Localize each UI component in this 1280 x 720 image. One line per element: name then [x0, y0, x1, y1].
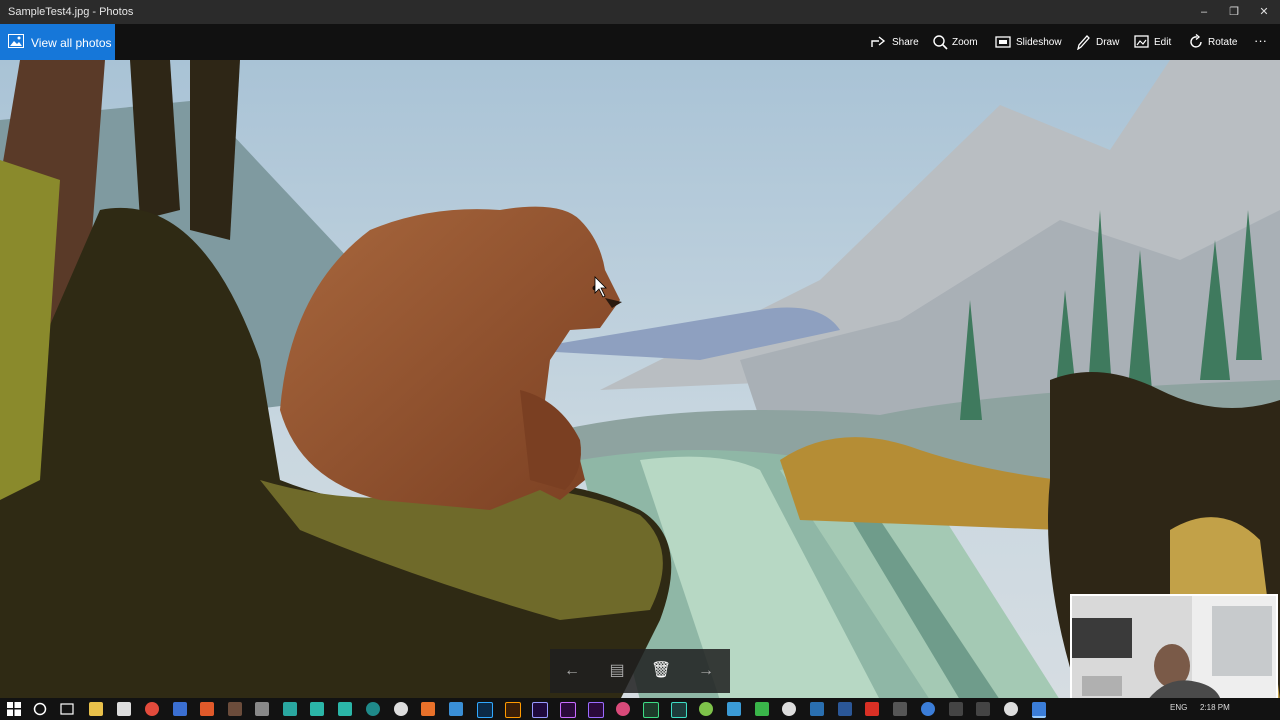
- premiere-icon[interactable]: [588, 702, 604, 718]
- zoom-icon: [933, 35, 948, 50]
- app-icon[interactable]: [200, 702, 214, 716]
- app-icon[interactable]: [173, 702, 187, 716]
- slideshow-button[interactable]: Slideshow: [995, 24, 1062, 60]
- app-icon[interactable]: [228, 702, 242, 716]
- more-icon: ···: [1254, 33, 1267, 48]
- app-icon[interactable]: [699, 702, 713, 716]
- share-button[interactable]: Share: [870, 24, 919, 60]
- app-icon[interactable]: [782, 702, 796, 716]
- chrome-icon[interactable]: [145, 702, 159, 716]
- share-icon: [871, 36, 886, 47]
- slideshow-label: Slideshow: [1016, 37, 1062, 48]
- app-icon[interactable]: [727, 702, 741, 716]
- app-icon[interactable]: [976, 702, 990, 716]
- zoom-label: Zoom: [952, 37, 978, 48]
- slideshow-icon: [995, 36, 1011, 48]
- webcam-overlay: [1070, 594, 1278, 710]
- close-button[interactable]: ✕: [1248, 0, 1280, 24]
- language-indicator[interactable]: ENG: [1170, 703, 1187, 712]
- share-label: Share: [892, 37, 919, 48]
- maximize-button[interactable]: ❐: [1218, 0, 1250, 24]
- app-icon[interactable]: [643, 702, 659, 718]
- draw-label: Draw: [1096, 37, 1120, 48]
- app-icon[interactable]: [755, 702, 769, 716]
- webcam-feed: [1072, 596, 1276, 708]
- aftereffects-icon[interactable]: [532, 702, 548, 718]
- info-icon[interactable]: ▤: [607, 661, 627, 681]
- windows-start-icon[interactable]: [7, 702, 21, 716]
- app-icon[interactable]: [671, 702, 687, 718]
- more-options-button[interactable]: ···: [1254, 24, 1274, 60]
- app-icon[interactable]: [310, 702, 324, 716]
- app-icon[interactable]: [893, 702, 907, 716]
- word-icon[interactable]: [838, 702, 852, 716]
- app-icon[interactable]: [616, 702, 630, 716]
- task-view-icon[interactable]: [60, 702, 74, 716]
- app-icon[interactable]: [1004, 702, 1018, 716]
- app-icon[interactable]: [949, 702, 963, 716]
- app-icon[interactable]: [338, 702, 352, 716]
- photos-toolbar: View all photos Share Zoom Slideshow Dra…: [0, 24, 1280, 60]
- edit-label: Edit: [1154, 37, 1172, 48]
- minimize-button[interactable]: –: [1188, 0, 1220, 24]
- acrobat-icon[interactable]: [865, 702, 879, 716]
- previous-arrow-icon[interactable]: ←: [562, 661, 582, 681]
- clock-time[interactable]: 2:18 PM: [1200, 703, 1230, 712]
- view-all-photos-button[interactable]: View all photos: [0, 24, 115, 60]
- rotate-label: Rotate: [1208, 37, 1238, 48]
- zoom-button[interactable]: Zoom: [932, 24, 982, 60]
- cortana-icon[interactable]: [33, 702, 47, 716]
- mail-icon[interactable]: [117, 702, 131, 716]
- edit-button[interactable]: Edit: [1134, 24, 1174, 60]
- illustrator-icon[interactable]: [505, 702, 521, 718]
- app-icon[interactable]: [421, 702, 435, 716]
- app-icon[interactable]: [560, 702, 576, 718]
- rotate-icon: [1190, 34, 1202, 48]
- app-icon[interactable]: [283, 702, 297, 716]
- clock-icon[interactable]: [921, 702, 935, 716]
- app-icon[interactable]: [449, 702, 463, 716]
- photo-nav-bar: ← ▤ 🗑 →: [550, 649, 730, 693]
- gallery-icon: [8, 34, 24, 48]
- app-icon[interactable]: [810, 702, 824, 716]
- app-icon[interactable]: [366, 702, 380, 716]
- next-arrow-icon[interactable]: →: [696, 661, 716, 681]
- file-explorer-icon[interactable]: [89, 702, 103, 716]
- photoshop-icon[interactable]: [477, 702, 493, 718]
- photos-icon[interactable]: [1032, 702, 1046, 718]
- edit-image-icon: [1134, 35, 1149, 48]
- view-all-photos-label: View all photos: [31, 36, 112, 50]
- delete-icon[interactable]: 🗑: [651, 661, 671, 681]
- app-icon[interactable]: [255, 702, 269, 716]
- draw-button[interactable]: Draw: [1075, 24, 1121, 60]
- title-bar: SampleTest4.jpg - Photos – ❐ ✕: [0, 0, 1280, 24]
- app-icon[interactable]: [394, 702, 408, 716]
- pen-icon: [1077, 35, 1090, 50]
- window-title: SampleTest4.jpg - Photos: [8, 6, 134, 18]
- taskbar: ENG 2:18 PM: [0, 698, 1280, 720]
- rotate-button[interactable]: Rotate: [1188, 24, 1244, 60]
